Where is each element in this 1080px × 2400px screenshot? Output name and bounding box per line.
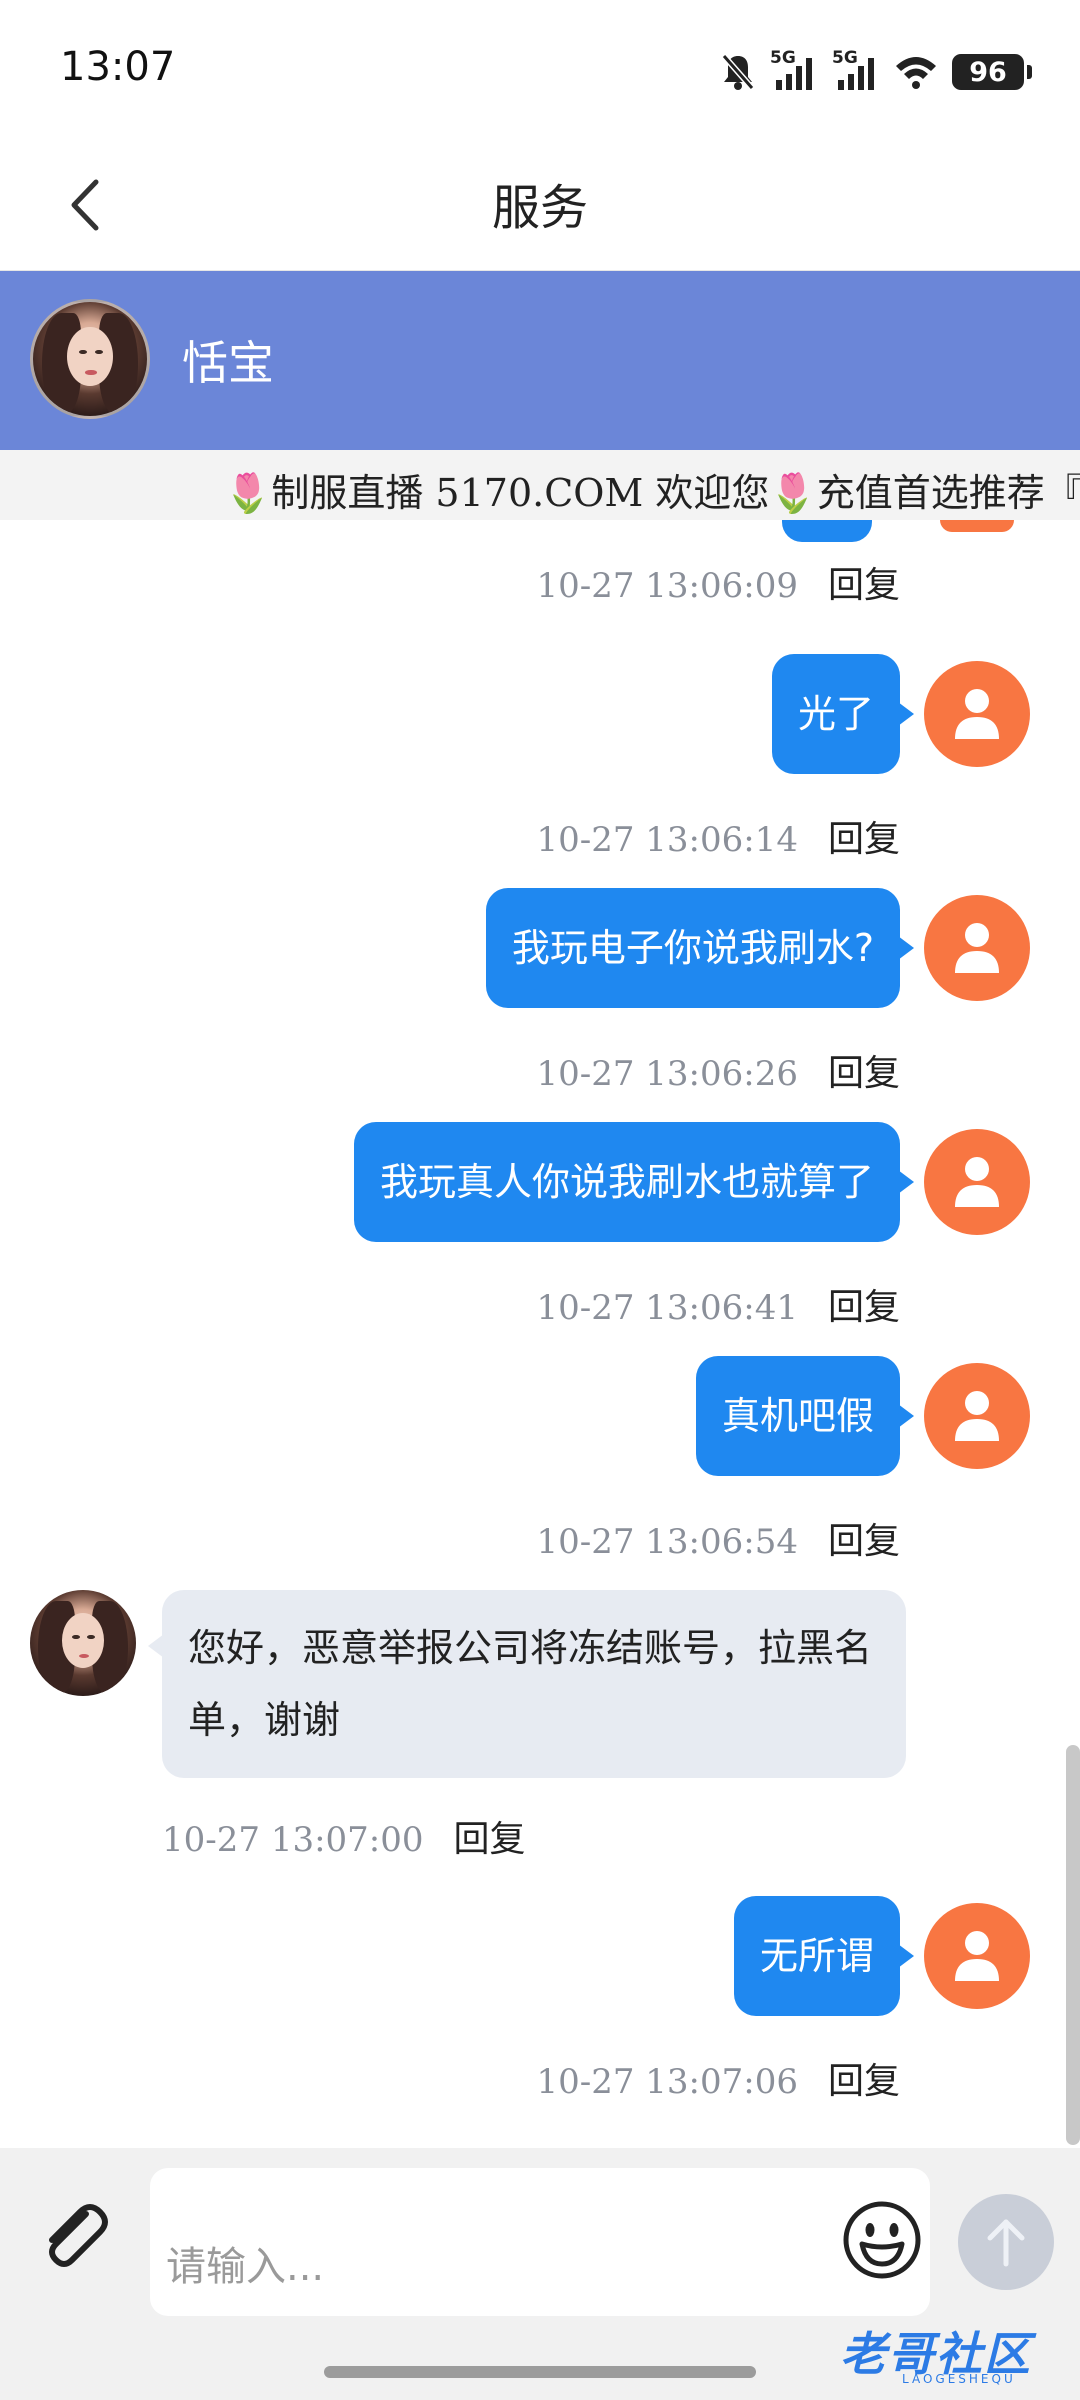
user-icon [955, 1931, 999, 1981]
page-title: 服务 [491, 180, 588, 236]
user-avatar [924, 1129, 1030, 1235]
message-bubble[interactable]: 真机吧假 [695, 1356, 915, 1476]
reply-button[interactable]: 回复 [828, 1053, 900, 1094]
announcement-text: 🌷制服直播 5170.COM 欢迎您🌷充值首选推荐『 [224, 462, 1080, 517]
status-bar: 13:07 5G 5G 96 [0, 0, 1080, 140]
reply-button[interactable]: 回复 [828, 1287, 900, 1328]
reply-button[interactable]: 回复 [828, 565, 900, 606]
paperclip-icon [49, 2204, 108, 2267]
message-bubble[interactable]: 我玩电子你说我刷水? [485, 888, 915, 1008]
message-meta: 10-27 13:06:09 回复 [536, 556, 900, 608]
nav-bar: 服务 [0, 140, 1080, 272]
agent-avatar[interactable] [30, 299, 150, 419]
user-avatar [924, 1903, 1030, 2009]
profile-banner: 恬宝 [0, 271, 1080, 450]
message-time: 10-27 13:06:14 [536, 820, 798, 860]
chat-area[interactable]: 10-27 13:06:09 回复 光了 10-27 13:06:14 回复 我玩电… [0, 520, 1080, 2148]
message-time: 10-27 13:07:00 [162, 1820, 424, 1860]
message-time: 10-27 13:06:26 [536, 1054, 798, 1094]
message-meta: 10-27 13:06:54 回复 [536, 1512, 900, 1564]
reply-button[interactable]: 回复 [828, 819, 900, 860]
message-time: 10-27 13:06:41 [536, 1288, 798, 1328]
signal-bars-icon [838, 58, 874, 90]
message-bubble-incoming[interactable]: 您好，恶意举报公司将冻结账号，拉黑名单，谢谢 [148, 1590, 906, 1778]
signal-bars-icon [776, 58, 812, 90]
message-meta: 10-27 13:07:06 回复 [536, 2052, 900, 2104]
watermark-subtext: LAOGESHEQU [902, 2372, 1016, 2386]
signal-5g-1: 5G [770, 48, 818, 92]
arrow-up-icon [987, 2219, 1025, 2267]
message-input-placeholder: 请输入... [166, 2244, 325, 2290]
announcement-text-1: 制服直播 5170.COM 欢迎您 [271, 471, 770, 515]
scrollbar[interactable] [1066, 1745, 1080, 2145]
signal-5g-2: 5G [832, 48, 880, 92]
message-bubble-partial [782, 520, 872, 542]
reply-button[interactable]: 回复 [828, 2061, 900, 2102]
user-avatar-partial [940, 520, 1014, 532]
composer-bar: 请输入... 老哥社区 LAOGESHEQU [0, 2148, 1080, 2400]
user-icon [955, 1157, 999, 1207]
attach-button[interactable] [34, 2196, 114, 2276]
message-meta: 10-27 13:06:26 回复 [536, 1044, 900, 1096]
message-bubble[interactable]: 我玩真人你说我刷水也就算了 [353, 1122, 915, 1242]
emoji-button[interactable] [840, 2198, 924, 2282]
tulip-icon: 🌷 [224, 471, 272, 515]
agent-name: 恬宝 [182, 336, 274, 390]
battery-indicator: 96 [952, 54, 1032, 90]
user-avatar [924, 1363, 1030, 1469]
message-meta: 10-27 13:07:00 回复 [162, 1810, 526, 1862]
agent-avatar[interactable] [30, 1590, 136, 1696]
message-meta: 10-27 13:06:41 回复 [536, 1278, 900, 1330]
message-time: 10-27 13:07:06 [536, 2062, 798, 2102]
send-button[interactable] [958, 2194, 1054, 2290]
user-icon [955, 689, 999, 739]
status-time: 13:07 [60, 44, 176, 90]
user-icon [955, 923, 999, 973]
message-time: 10-27 13:06:09 [536, 566, 798, 606]
home-indicator[interactable] [324, 2366, 756, 2378]
user-icon [955, 1391, 999, 1441]
user-avatar [924, 661, 1030, 767]
smiley-icon [843, 2201, 921, 2279]
mute-bell-icon [721, 54, 755, 90]
announcement-text-2: 充值首选推荐『 [816, 471, 1080, 515]
reply-button[interactable]: 回复 [454, 1819, 526, 1860]
announcement-marquee: 🌷制服直播 5170.COM 欢迎您🌷充值首选推荐『 [0, 450, 1080, 520]
message-bubble[interactable]: 光了 [771, 654, 915, 774]
wifi-icon [896, 57, 936, 89]
status-icons: 5G 5G 96 [720, 48, 1032, 94]
reply-button[interactable]: 回复 [828, 1521, 900, 1562]
message-bubble[interactable]: 无所谓 [733, 1896, 915, 2016]
message-meta: 10-27 13:06:14 回复 [536, 810, 900, 862]
tulip-icon: 🌷 [769, 471, 817, 515]
user-avatar [924, 895, 1030, 1001]
message-time: 10-27 13:06:54 [536, 1522, 798, 1562]
